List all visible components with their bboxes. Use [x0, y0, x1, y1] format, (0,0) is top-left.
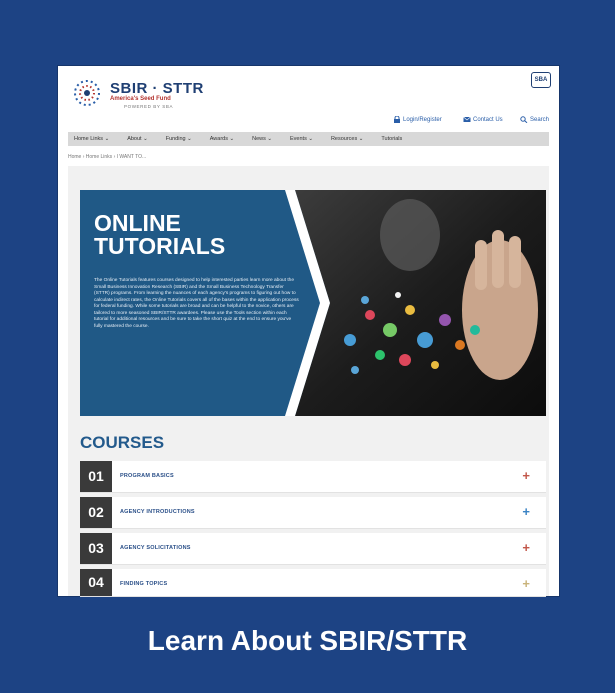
- tutorials-hero-banner: ONLINE TUTORIALS The Online Tutorials fe…: [80, 190, 546, 416]
- nav-item-awards[interactable]: Awards ⌄: [210, 136, 234, 142]
- login-label: Login/Register: [403, 116, 442, 123]
- hero-title: ONLINE TUTORIALS: [94, 210, 226, 259]
- site-title[interactable]: SBIR · STTR: [110, 80, 204, 97]
- nav-item-tutorials[interactable]: Tutorials: [381, 136, 402, 142]
- site-tagline: POWERED BY SBA: [124, 104, 174, 109]
- search-link[interactable]: Search: [520, 116, 549, 123]
- expand-plus-icon[interactable]: +: [522, 576, 530, 591]
- breadcrumb[interactable]: Home › Home Links › I WANT TO...: [68, 154, 146, 160]
- course-row-program-basics[interactable]: 01 PROGRAM BASICS +: [80, 461, 546, 493]
- search-label: Search: [530, 116, 550, 123]
- course-title: AGENCY INTRODUCTIONS: [120, 509, 195, 515]
- course-row-agency-solicitations[interactable]: 03 AGENCY SOLICITATIONS +: [80, 533, 546, 565]
- course-row-agency-introductions[interactable]: 02 AGENCY INTRODUCTIONS +: [80, 497, 546, 529]
- nav-item-news[interactable]: News ⌄: [252, 136, 272, 142]
- site-header: SBIR · STTR America's Seed Fund POWERED …: [58, 66, 559, 126]
- mail-icon: [463, 116, 471, 122]
- course-title: FINDING TOPICS: [120, 581, 168, 587]
- course-title: PROGRAM BASICS: [120, 473, 174, 479]
- search-icon: [520, 116, 528, 123]
- nav-item-home-links[interactable]: Home Links ⌄: [74, 136, 109, 142]
- sba-logo[interactable]: SBA: [531, 72, 551, 88]
- courses-heading: COURSES: [80, 433, 165, 452]
- nav-item-resources[interactable]: Resources ⌄: [331, 136, 363, 142]
- nav-item-funding[interactable]: Funding ⌄: [166, 136, 192, 142]
- expand-plus-icon[interactable]: +: [522, 468, 530, 483]
- learn-about-caption[interactable]: Learn About SBIR/STTR: [0, 625, 615, 657]
- site-subtitle: America's Seed Fund: [110, 96, 171, 102]
- contact-label: Contact Us: [473, 116, 503, 123]
- course-number-badge: 01: [80, 461, 112, 492]
- lock-icon: [394, 116, 400, 123]
- course-number-badge: 02: [80, 497, 112, 528]
- sbir-logo-icon: [74, 80, 100, 106]
- hero-description: The Online Tutorials features courses de…: [94, 278, 299, 329]
- expand-plus-icon[interactable]: +: [522, 540, 530, 555]
- course-number-badge: 03: [80, 533, 112, 564]
- nav-item-events[interactable]: Events ⌄: [290, 136, 313, 142]
- course-row-finding-topics[interactable]: 04 FINDING TOPICS +: [80, 569, 546, 597]
- course-title: AGENCY SOLICITATIONS: [120, 545, 191, 551]
- contact-us-link[interactable]: Contact Us: [463, 116, 503, 123]
- login-register-link[interactable]: Login/Register: [393, 116, 442, 123]
- expand-plus-icon[interactable]: +: [522, 504, 530, 519]
- course-number-badge: 04: [80, 569, 112, 596]
- main-navigation: Home Links ⌄ About ⌄ Funding ⌄ Awards ⌄ …: [68, 132, 549, 146]
- nav-item-about[interactable]: About ⌄: [127, 136, 148, 142]
